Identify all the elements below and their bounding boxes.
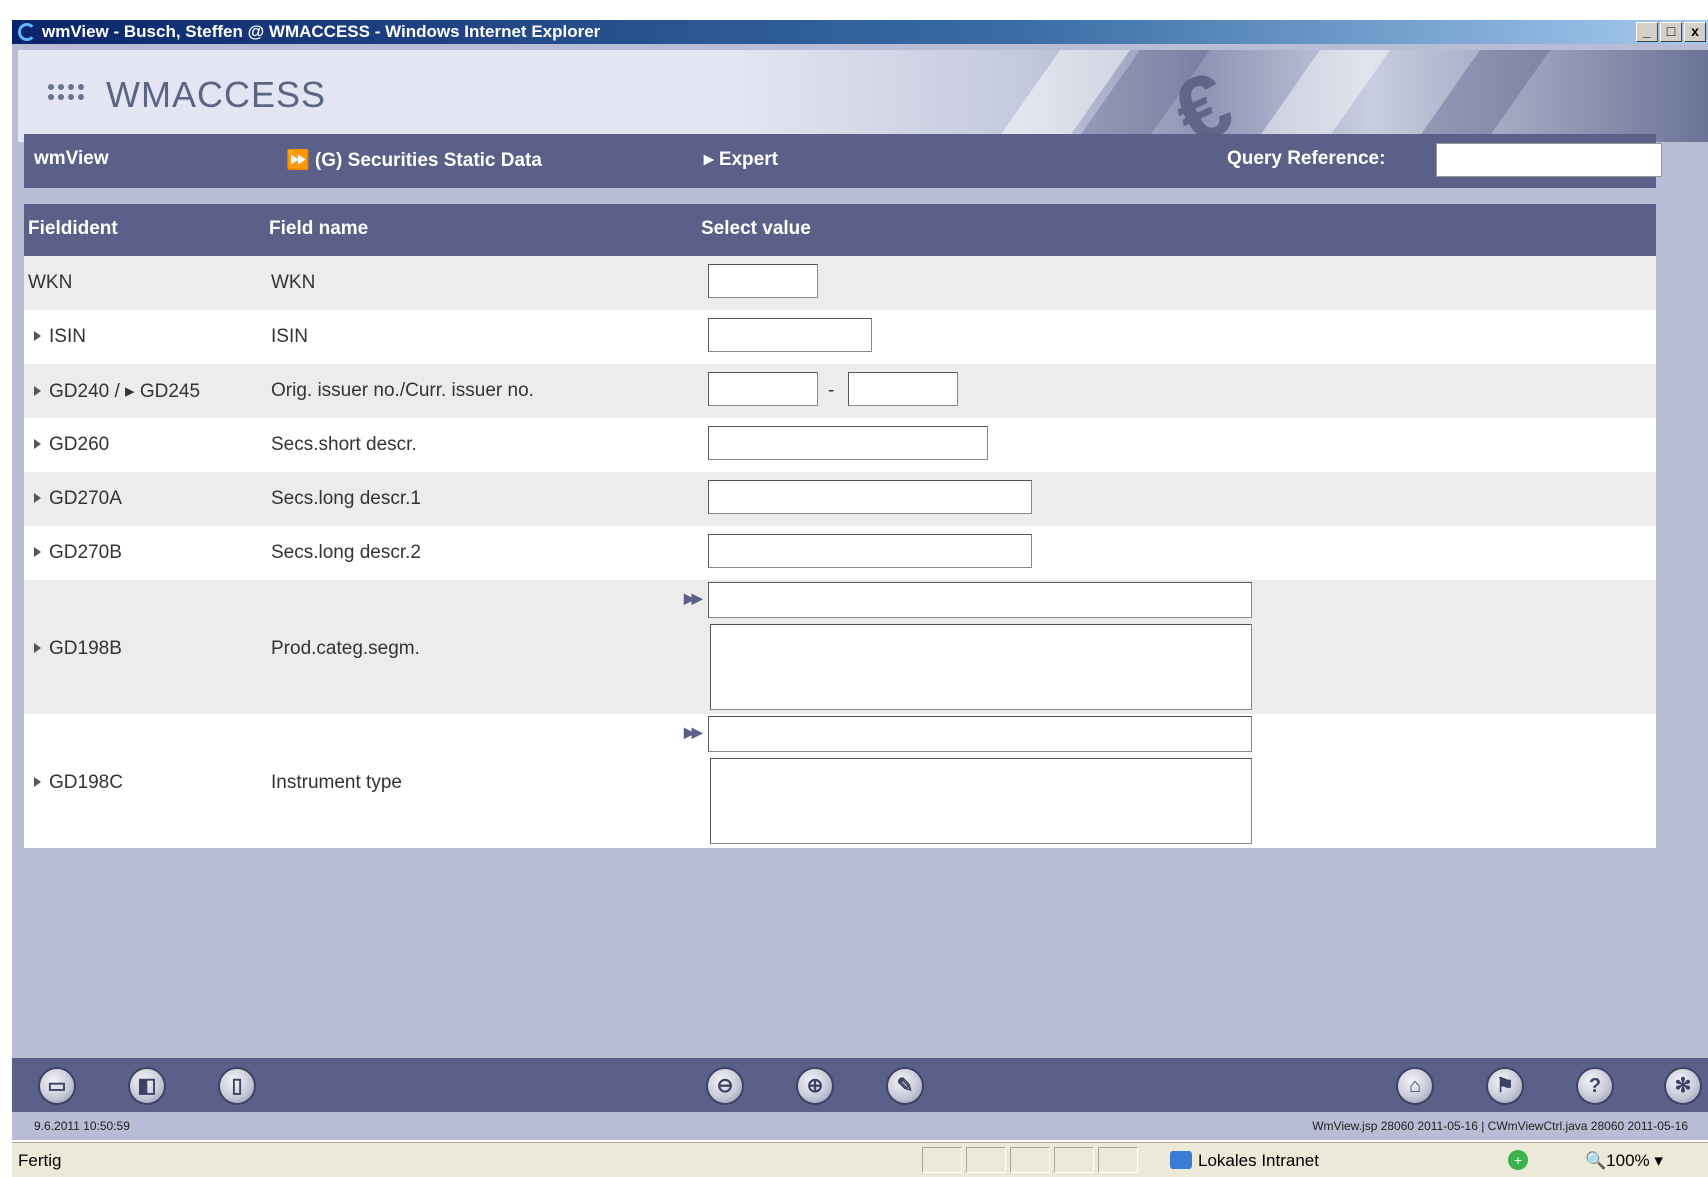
fieldname: Secs.long descr.1 xyxy=(271,488,421,509)
close-button[interactable]: x xyxy=(1684,22,1706,42)
nav-mode-expert[interactable]: ▸ Expert xyxy=(704,148,778,171)
zone-label: Lokales Intranet xyxy=(1198,1151,1319,1170)
window-title-bar: wmView - Busch, Steffen @ WMACCESS - Win… xyxy=(12,20,1708,44)
arrow-right-icon xyxy=(34,777,41,787)
fieldname: Secs.long descr.2 xyxy=(271,542,421,563)
fieldident: ISIN xyxy=(49,326,86,347)
version-info: WmView.jsp 28060 2011-05-16 | CWmViewCtr… xyxy=(1312,1119,1688,1133)
fieldident-link[interactable]: GD198B xyxy=(34,638,122,660)
query-reference-label: Query Reference: xyxy=(1227,148,1386,169)
table-row: GD260 Secs.short descr. xyxy=(24,418,1656,472)
status-segment xyxy=(1098,1147,1138,1173)
browser-status-bar: Fertig Lokales Intranet + 🔍100% ▾ xyxy=(12,1142,1708,1177)
fieldident: GD270A xyxy=(49,488,122,509)
logo-text: WMACCESS xyxy=(106,74,327,115)
arrow-right-icon xyxy=(34,643,41,653)
status-segment xyxy=(922,1147,962,1173)
window-title: wmView - Busch, Steffen @ WMACCESS - Win… xyxy=(42,22,601,41)
search-form-table: Fieldident Field name Select value WKN W… xyxy=(24,204,1656,848)
security-zone[interactable]: Lokales Intranet xyxy=(1170,1151,1319,1171)
settings-icon[interactable]: ✻ xyxy=(1664,1067,1702,1105)
select-list-icon[interactable]: ▶▶ xyxy=(684,724,702,741)
preview-icon[interactable]: ◧ xyxy=(128,1067,166,1105)
fieldname: WKN xyxy=(271,272,316,293)
fieldident-link[interactable]: GD240 / ▸ GD245 xyxy=(34,380,200,403)
fieldident: GD240 / ▸ GD245 xyxy=(49,381,201,402)
arrow-right-icon xyxy=(34,547,41,557)
table-row: WKN WKN xyxy=(24,256,1656,310)
fieldident: GD198B xyxy=(49,638,122,659)
zoom-in-icon[interactable]: ⊕ xyxy=(796,1067,834,1105)
table-row: GD198C Instrument type ▶▶ xyxy=(24,714,1656,848)
curr-issuer-input[interactable] xyxy=(848,372,958,406)
arrow-right-icon xyxy=(34,493,41,503)
ie-logo-icon xyxy=(18,23,36,41)
fieldname: Orig. issuer no./Curr. issuer no. xyxy=(271,380,534,401)
timestamp: 9.6.2011 10:50:59 xyxy=(34,1119,130,1133)
fieldident-link[interactable]: GD270A xyxy=(34,488,122,510)
nav-section[interactable]: ⏩ (G) Securities Static Data xyxy=(286,148,542,172)
fieldname: ISIN xyxy=(271,326,308,347)
table-row: GD270B Secs.long descr.2 xyxy=(24,526,1656,580)
maximize-button[interactable]: □ xyxy=(1660,22,1682,42)
fieldident: GD260 xyxy=(49,434,110,455)
nav-bar: wmView ⏩ (G) Securities Static Data ▸ Ex… xyxy=(24,134,1662,188)
fieldname: Secs.short descr. xyxy=(271,434,417,455)
help-icon[interactable]: ? xyxy=(1576,1067,1614,1105)
fieldident-link[interactable]: ISIN xyxy=(34,326,86,348)
zoom-level: 100% xyxy=(1606,1151,1650,1170)
fieldname: Instrument type xyxy=(271,772,402,793)
minimize-button[interactable]: _ xyxy=(1636,22,1658,42)
arrow-right-icon xyxy=(34,386,41,396)
long-descr1-input[interactable] xyxy=(708,480,1032,514)
bottom-toolbar: ▭ ◧ ▯ ⊖ ⊕ ✎ ⌂ ⚑ ? ✻ xyxy=(12,1058,1708,1112)
orig-issuer-input[interactable] xyxy=(708,372,818,406)
fieldname: Prod.categ.segm. xyxy=(271,638,420,659)
nav-app-name[interactable]: wmView xyxy=(34,148,109,170)
prod-categ-filter-input[interactable] xyxy=(708,582,1252,618)
col-header-selectvalue: Select value xyxy=(701,218,811,239)
fieldident-link[interactable]: GD198C xyxy=(34,772,123,794)
zoom-control[interactable]: 🔍100% ▾ xyxy=(1585,1151,1663,1171)
long-descr2-input[interactable] xyxy=(708,534,1032,568)
fieldident: WKN xyxy=(28,272,73,293)
table-row: GD240 / ▸ GD245 Orig. issuer no./Curr. i… xyxy=(24,364,1656,418)
zoom-out-icon[interactable]: ⊖ xyxy=(706,1067,744,1105)
short-descr-input[interactable] xyxy=(708,426,988,460)
arrow-right-icon xyxy=(34,439,41,449)
book-icon[interactable]: ▯ xyxy=(218,1067,256,1105)
status-segment xyxy=(1054,1147,1094,1173)
flag-icon[interactable]: ⚑ xyxy=(1486,1067,1524,1105)
fieldident-link[interactable]: GD270B xyxy=(34,542,122,564)
fieldident: GD270B xyxy=(49,542,122,563)
print-icon[interactable]: ▭ xyxy=(38,1067,76,1105)
protected-mode-icon[interactable]: + xyxy=(1508,1150,1528,1170)
status-segment xyxy=(1010,1147,1050,1173)
col-header-fieldident: Fieldident xyxy=(28,218,118,239)
banner: WMACCESS € xyxy=(18,50,1708,142)
select-list-icon[interactable]: ▶▶ xyxy=(684,590,702,607)
isin-input[interactable] xyxy=(708,318,872,352)
fieldident: GD198C xyxy=(49,772,123,793)
status-segment xyxy=(966,1147,1006,1173)
prod-categ-listbox[interactable] xyxy=(710,624,1252,710)
instrument-type-listbox[interactable] xyxy=(710,758,1252,844)
logo-dots-icon xyxy=(48,84,88,104)
col-header-fieldname: Field name xyxy=(269,218,369,239)
status-text: Fertig xyxy=(18,1151,62,1170)
query-reference-input[interactable] xyxy=(1436,143,1662,177)
arrow-right-icon xyxy=(34,331,41,341)
instrument-type-filter-input[interactable] xyxy=(708,716,1252,752)
info-bar: 9.6.2011 10:50:59 WmView.jsp 28060 2011-… xyxy=(12,1112,1708,1140)
table-header: Fieldident Field name Select value xyxy=(24,204,1656,256)
intranet-icon xyxy=(1170,1151,1192,1169)
table-row: ISIN ISIN xyxy=(24,310,1656,364)
erase-icon[interactable]: ✎ xyxy=(886,1067,924,1105)
home-icon[interactable]: ⌂ xyxy=(1396,1067,1434,1105)
wkn-input[interactable] xyxy=(708,264,818,298)
table-row: GD270A Secs.long descr.1 xyxy=(24,472,1656,526)
table-row: GD198B Prod.categ.segm. ▶▶ xyxy=(24,580,1656,714)
fieldident-link[interactable]: GD260 xyxy=(34,434,109,456)
range-separator: - xyxy=(828,380,835,401)
